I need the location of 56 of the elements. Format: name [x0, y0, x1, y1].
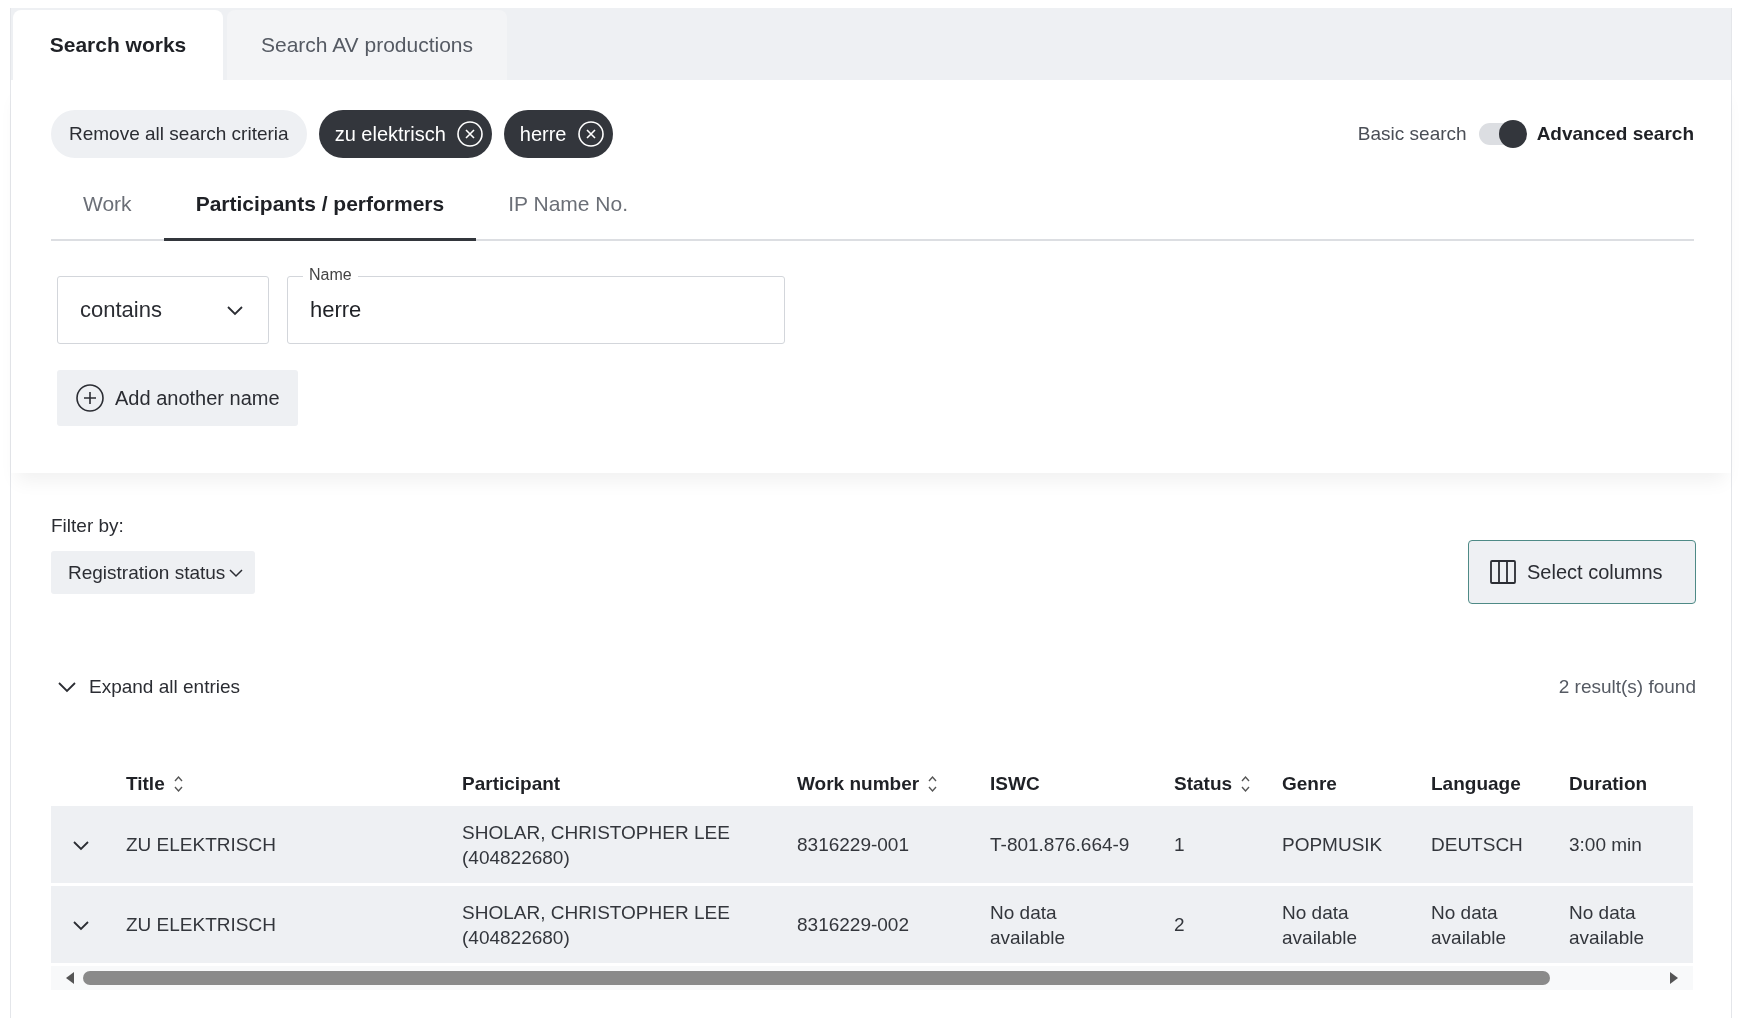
table-cell-text: T-801.876.664-9 [990, 833, 1131, 857]
column-header: Language [1431, 773, 1521, 795]
table-cell-text: No data available [1569, 900, 1645, 950]
sort-icon[interactable] [172, 775, 184, 793]
plus-circle-icon [75, 383, 105, 413]
add-name-button[interactable]: Add another name [57, 370, 298, 426]
match-dropdown[interactable]: contains [57, 276, 269, 344]
table-cell-text: ZU ELEKTRISCH [126, 913, 277, 937]
horizontal-scrollbar[interactable] [51, 966, 1693, 990]
scroll-right-icon[interactable] [1669, 971, 1679, 985]
close-icon [455, 120, 484, 148]
table-cell-text: POPMUSIK [1282, 833, 1384, 857]
search-tab[interactable]: Participants / performers [163, 168, 477, 241]
table-cell-text: No data available [1431, 900, 1507, 950]
scrollbar-thumb[interactable] [83, 971, 1550, 985]
column-header: Status [1174, 773, 1233, 795]
table-cell-text: No data available [990, 900, 1066, 950]
column-header: ISWC [990, 773, 1040, 795]
column-header: Title [126, 773, 165, 795]
remove-all-button[interactable]: Remove all search criteria [51, 110, 307, 158]
table-cell-text: 8316229-002 [797, 913, 910, 937]
registration-status-dropdown[interactable]: Registration status [51, 551, 256, 594]
close-icon [576, 120, 605, 148]
chevron-down-icon [57, 680, 77, 694]
search-mode-toggle[interactable] [1478, 123, 1525, 145]
select-columns-button[interactable]: Select columns [1468, 540, 1696, 604]
table-cell-text: SHOLAR, CHRISTOPHER LEE (404822680) [462, 900, 731, 950]
column-header: Participant [462, 773, 561, 795]
filter-label: Filter by: [51, 515, 125, 537]
table-cell-text: 3:00 min [1569, 833, 1643, 857]
filter-chip[interactable]: herre [503, 110, 613, 158]
table-cell-text: 8316229-001 [797, 833, 910, 857]
table-cell-text: 2 [1174, 913, 1186, 937]
expand-all-button[interactable]: Expand all entries [51, 676, 241, 698]
columns-icon [1489, 558, 1517, 586]
chevron-down-icon [229, 566, 244, 579]
table-cell-text: ZU ELEKTRISCH [126, 833, 277, 857]
search-tab[interactable]: IP Name No. [476, 168, 661, 241]
table-cell-text: DEUTSCH [1431, 833, 1524, 857]
column-header: Duration [1569, 773, 1648, 795]
page-tab[interactable]: Search works [13, 10, 223, 80]
page-tab[interactable]: Search AV productions [227, 10, 507, 80]
sort-icon[interactable] [1240, 775, 1252, 793]
table-cell-text: No data available [1282, 900, 1358, 950]
advanced-search-label: Advanced search [1536, 123, 1694, 145]
sort-icon[interactable] [927, 775, 939, 793]
column-header: Work number [797, 773, 920, 795]
basic-search-label: Basic search [1357, 123, 1467, 145]
filter-chip[interactable]: zu elektrisch [318, 110, 492, 158]
column-header: Genre [1282, 773, 1337, 795]
chevron-down-icon [226, 303, 244, 317]
table-cell-text: 1 [1174, 833, 1186, 857]
table-cell-text: SHOLAR, CHRISTOPHER LEE (404822680) [462, 820, 731, 870]
scroll-left-icon[interactable] [65, 971, 75, 985]
result-count: 2 result(s) found [1558, 676, 1696, 698]
search-tab[interactable]: Work [51, 168, 164, 241]
